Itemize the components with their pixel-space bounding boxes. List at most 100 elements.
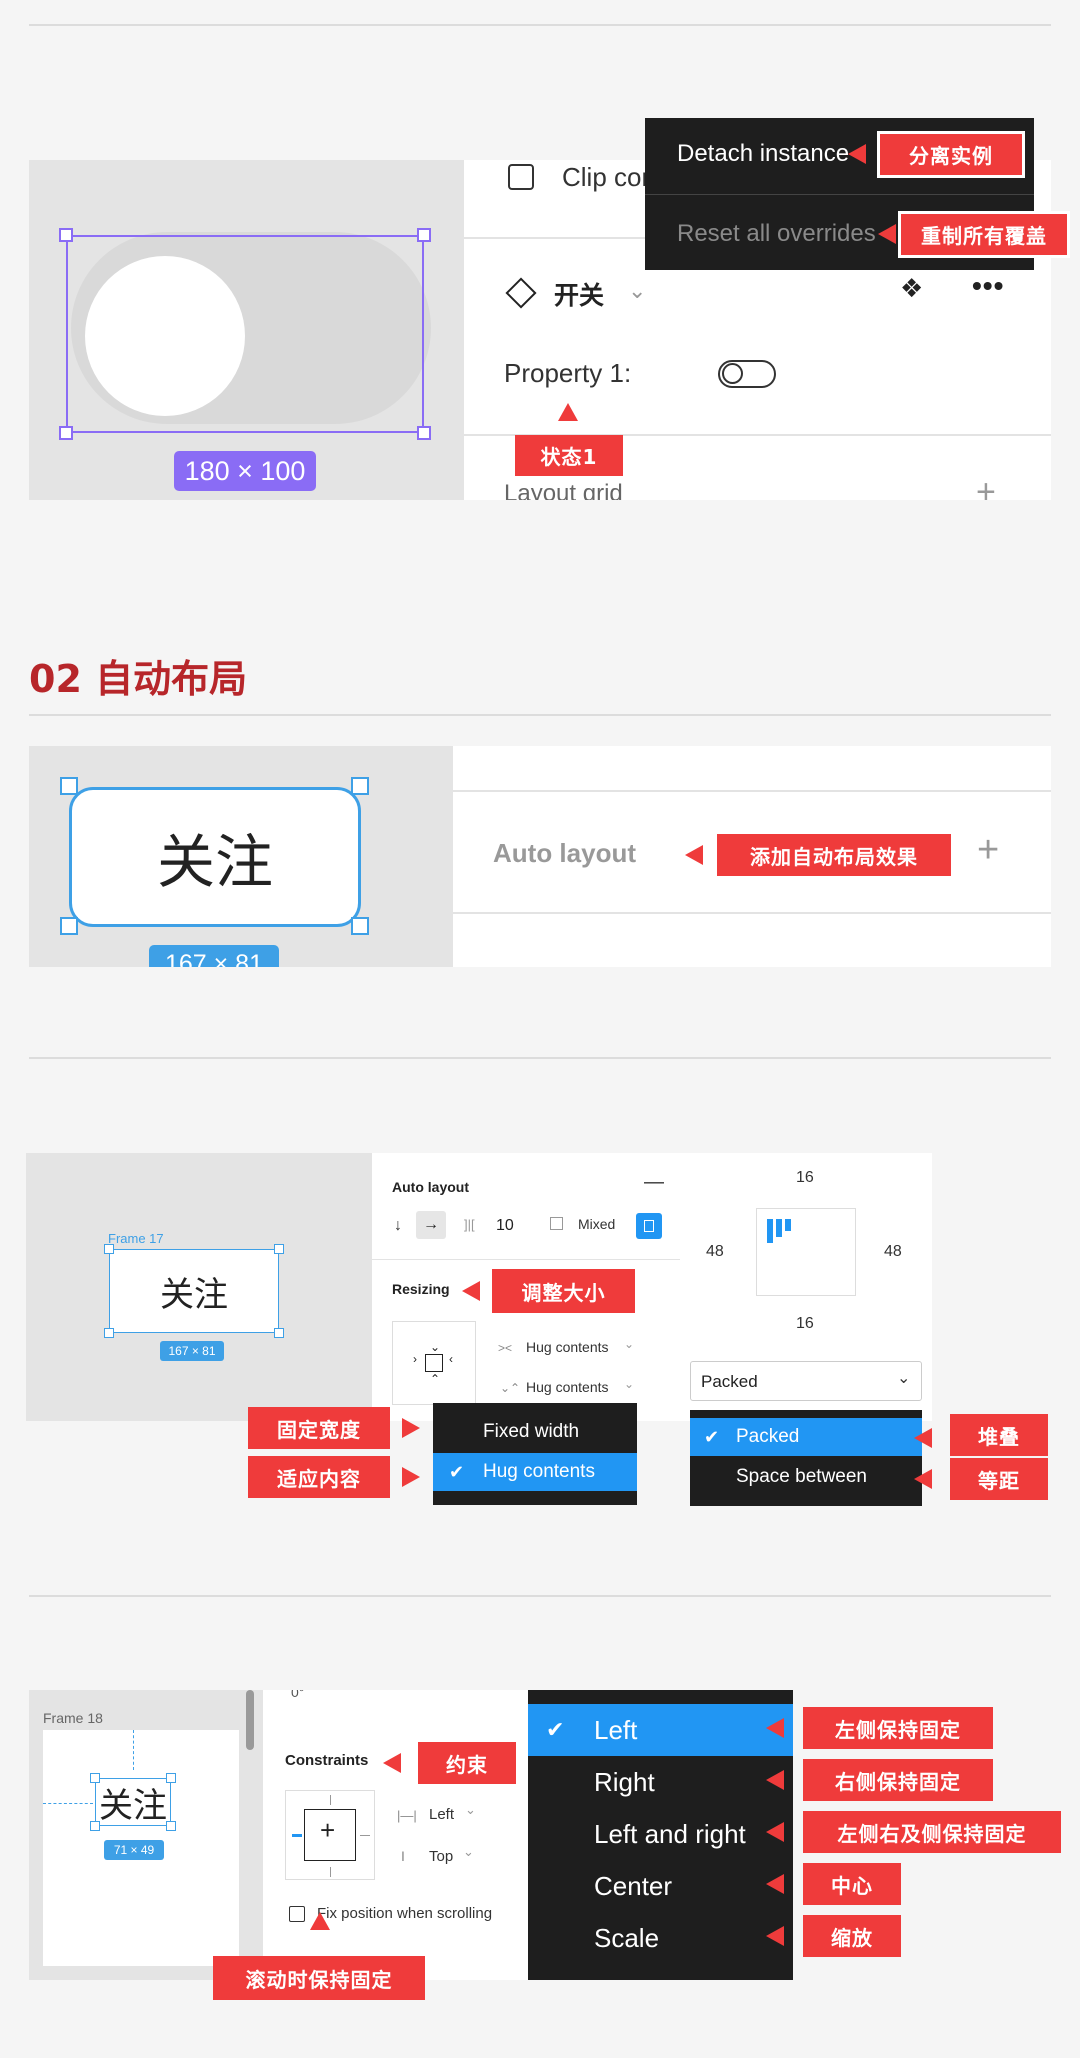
distribution-select[interactable]: Packed ⌄ [690,1361,922,1401]
menu-item-hug[interactable]: ✔ Hug contents [433,1453,637,1491]
chevron-down-icon[interactable]: ⌄ [624,1337,634,1351]
callout-right: 右侧保持固定 [803,1759,993,1801]
callout-arrow [402,1467,420,1487]
chevron-down-icon[interactable]: ⌄ [624,1377,634,1391]
menu-item-label: Center [594,1870,673,1901]
follow-button-preview[interactable]: 关注 [109,1249,279,1333]
selection-box[interactable] [66,235,424,433]
alignment-settings-icon[interactable] [636,1213,662,1239]
spacing-icon: ]|[ [464,1217,475,1232]
menu-item-center[interactable]: Center [528,1860,793,1912]
section-heading: 02 自动布局 [29,657,248,701]
resize-handle[interactable] [351,777,369,795]
horizontal-constraint-icon: |—| [397,1808,417,1823]
property-toggle[interactable] [718,360,776,388]
horizontal-direction-icon[interactable]: → [416,1211,446,1239]
vertical-direction-icon[interactable]: ↓ [394,1217,402,1235]
vertical-resizing-select[interactable]: Hug contents [526,1379,609,1395]
resize-handle[interactable] [417,426,431,440]
padding-top[interactable]: 16 [796,1169,814,1187]
menu-item-label: Scale [594,1922,660,1953]
fix-position-checkbox[interactable] [289,1906,305,1922]
callout-packed: 堆叠 [950,1414,1048,1456]
padding-bottom[interactable]: 16 [796,1315,814,1333]
resize-handle[interactable] [60,917,78,935]
resize-handle[interactable] [104,1328,114,1338]
more-options-icon[interactable]: ••• [972,270,1004,302]
alignment-panel: 16 48 48 16 Packed ⌄ [680,1153,932,1421]
menu-item-left-and-right[interactable]: Left and right [528,1808,793,1860]
resizing-preview: › ‹ ⌄ ⌃ [392,1321,476,1405]
spacing-input[interactable]: 10 [496,1217,514,1235]
size-badge: 167 × 81 [160,1341,224,1361]
constraint-widget[interactable]: + [285,1790,375,1880]
callout-resize: 调整大小 [492,1269,635,1313]
menu-item-fixed[interactable]: Fixed width [433,1413,637,1451]
callout-reset: 重制所有覆盖 [898,211,1070,258]
constraints-panel: 0° Constraints + |—| Left ⌄ Ι Top ⌄ Fix … [263,1690,528,1980]
padding-icon [550,1217,563,1230]
menu-item-label: Packed [736,1426,800,1447]
resize-handle[interactable] [274,1244,284,1254]
menu-detach-instance[interactable]: Detach instance [677,140,849,168]
callout-arrow [383,1753,401,1773]
component-name[interactable]: 开关 [554,276,604,312]
chevron-down-icon[interactable]: ⌄ [463,1844,474,1860]
menu-item-space-between[interactable]: Space between [690,1458,922,1496]
resize-handle[interactable] [351,917,369,935]
resize-handle[interactable] [166,1773,176,1783]
menu-item-left[interactable]: ✔ Left [528,1704,793,1756]
resize-handle[interactable] [90,1821,100,1831]
constraints-menu: ✔ Left Right Left and right Center Scale [528,1690,793,1980]
resize-handle[interactable] [59,228,73,242]
scrollbar[interactable] [246,1690,254,1750]
callout-detach: 分离实例 [877,131,1025,178]
callout-center: 中心 [803,1863,901,1905]
callout-hug: 适应内容 [248,1456,390,1498]
resize-handle[interactable] [417,228,431,242]
padding-right[interactable]: 48 [884,1243,902,1261]
resize-handle[interactable] [166,1821,176,1831]
horizontal-resizing-select[interactable]: Hug contents [526,1339,609,1355]
menu-item-scale[interactable]: Scale [528,1912,793,1964]
alignment-grid[interactable] [756,1208,856,1296]
toggle-knob [722,363,743,384]
separator [645,194,1034,195]
vertical-constraint-icon: Ι [401,1848,405,1864]
add-icon[interactable]: + [976,473,996,500]
constraint-guide [43,1803,93,1804]
resize-handle[interactable] [90,1773,100,1783]
menu-item-right[interactable]: Right [528,1756,793,1808]
button-text: 关注 [156,828,273,896]
menu-item-label: Hug contents [483,1461,595,1482]
resize-handle[interactable] [59,426,73,440]
menu-reset-overrides[interactable]: Reset all overrides [677,220,876,248]
chevron-down-icon[interactable]: ⌄ [628,278,646,304]
go-to-main-component-icon[interactable]: ❖ [900,273,923,304]
add-auto-layout-icon[interactable]: + [977,829,999,872]
padding-input[interactable]: Mixed [578,1216,615,1232]
horizontal-constraint-select[interactable]: Left [429,1806,454,1823]
callout-arrow [685,845,703,865]
canvas-area: 关注 167 × 81 [29,746,453,967]
canvas-area: Frame 18 关注 71 × 49 [29,1690,263,1980]
remove-auto-layout-icon[interactable]: — [644,1171,664,1194]
resize-handle[interactable] [104,1244,114,1254]
menu-item-packed[interactable]: ✔ Packed [690,1418,922,1456]
callout-scale: 缩放 [803,1915,901,1957]
horizontal-resize-icon: >< [498,1341,513,1355]
padding-left[interactable]: 48 [706,1243,724,1261]
callout-fix-position: 滚动时保持固定 [213,1956,425,2000]
follow-button-preview[interactable]: 关注 [95,1778,171,1826]
resize-handle[interactable] [274,1328,284,1338]
separator [372,1259,680,1260]
follow-button-preview[interactable]: 关注 [69,787,361,927]
clip-content-checkbox[interactable] [508,164,534,190]
callout-arrow [848,144,866,164]
chevron-down-icon[interactable]: ⌄ [465,1802,476,1818]
resize-handle[interactable] [60,777,78,795]
vertical-constraint-select[interactable]: Top [429,1848,453,1865]
callout-arrow [766,1926,784,1946]
callout-arrow [462,1281,480,1301]
rotation-input[interactable]: 0° [291,1690,304,1700]
